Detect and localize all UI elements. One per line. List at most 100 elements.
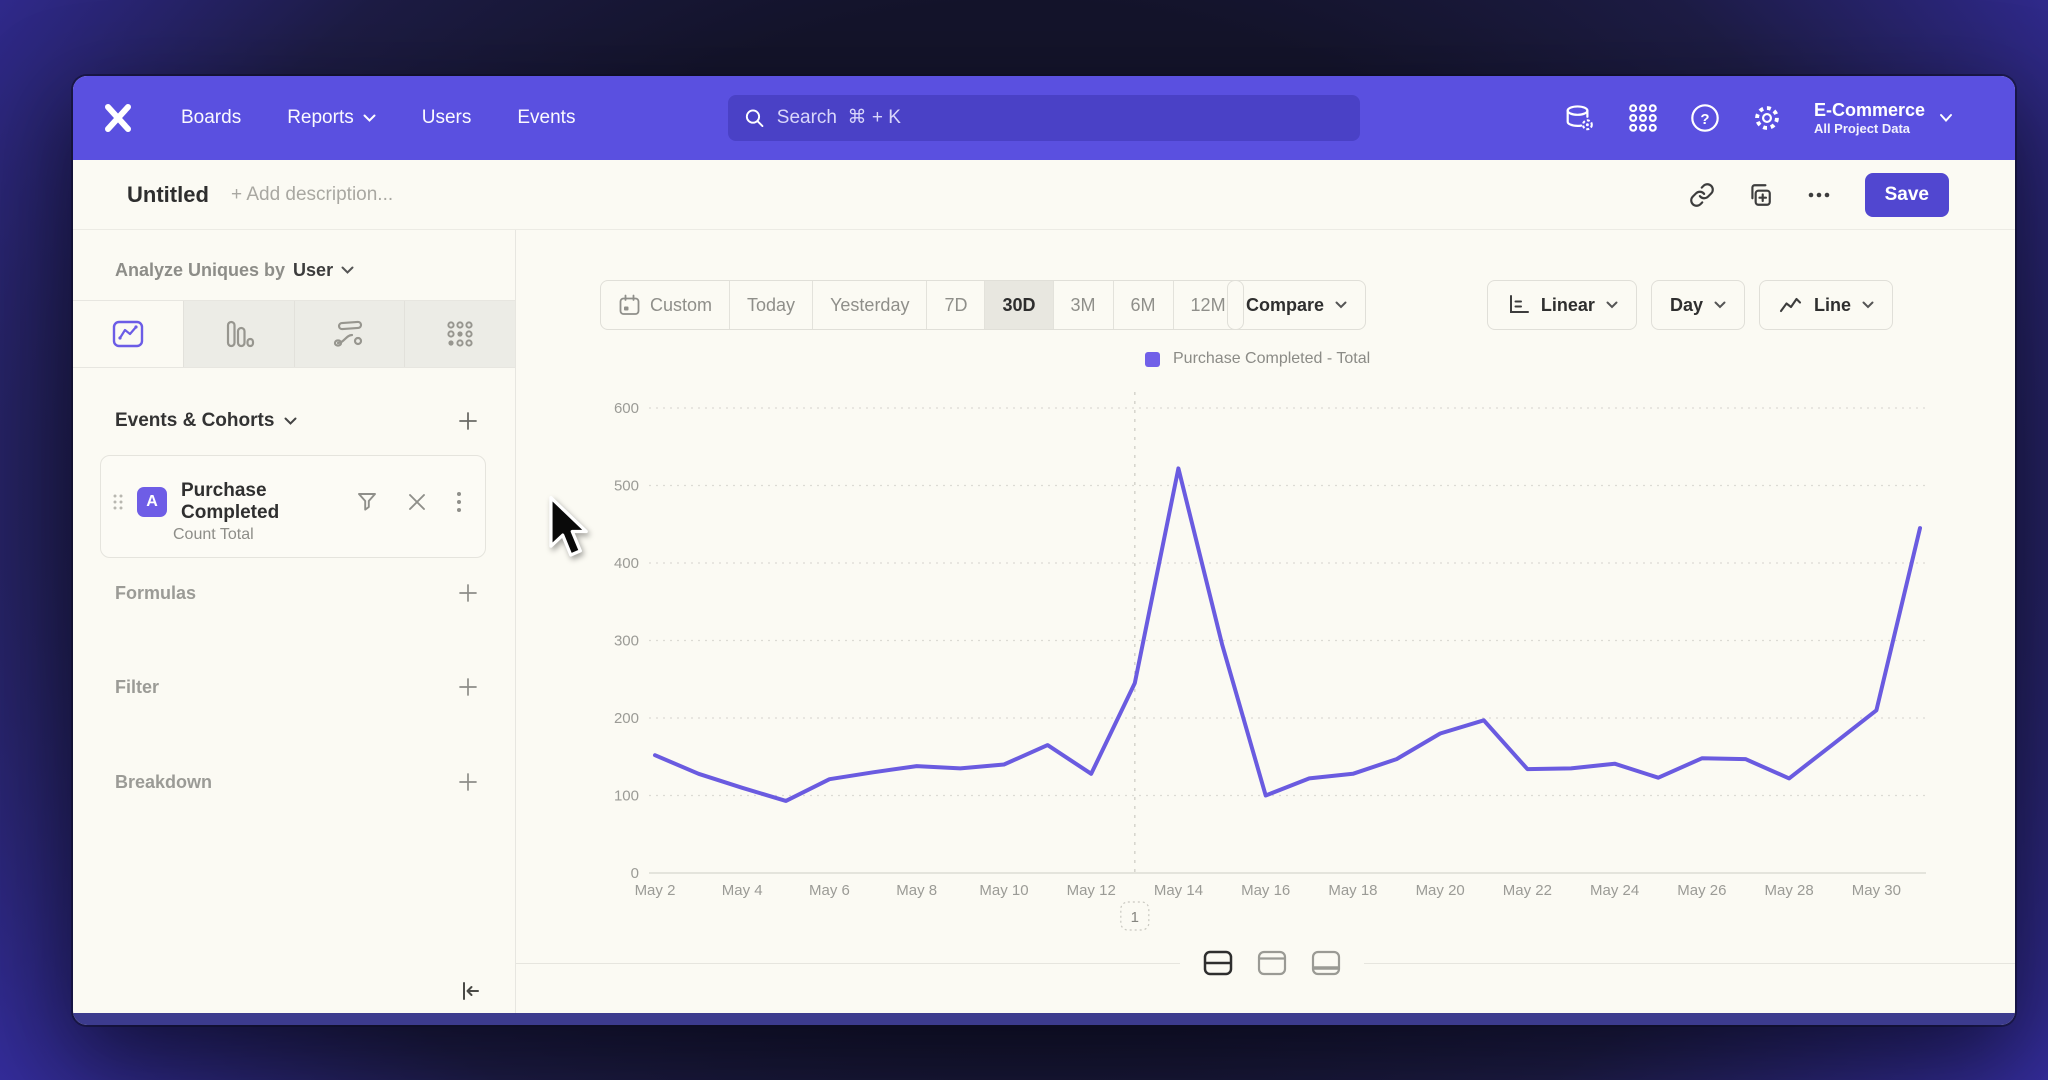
chart-gridlines (649, 408, 1926, 873)
desktop-background: { "nav": { "items": [ {"label": "Boards"… (0, 0, 2048, 1080)
duplicate-icon[interactable] (1747, 182, 1773, 208)
scale-dropdown[interactable]: Linear (1487, 280, 1637, 330)
layout-chart-view-button[interactable] (1304, 942, 1348, 984)
linear-axis-icon (1506, 294, 1530, 316)
event-card-icons (355, 490, 463, 514)
svg-text:May 4: May 4 (722, 882, 763, 899)
series-line[interactable] (655, 468, 1920, 801)
analyze-value-dropdown[interactable]: User (293, 260, 333, 281)
collapse-left-icon (457, 978, 483, 1004)
event-name[interactable]: Purchase Completed (181, 480, 355, 524)
add-filter-button[interactable] (457, 676, 479, 698)
nav-item-label: Users (422, 107, 472, 129)
event-options-icon[interactable] (455, 490, 463, 514)
search-input[interactable] (777, 107, 1344, 129)
svg-text:May 10: May 10 (979, 882, 1028, 899)
tab-retention-grid[interactable] (404, 301, 515, 367)
grid-dots-icon (445, 319, 475, 349)
layout-split-view-button[interactable] (1196, 942, 1240, 984)
event-metric-dropdown[interactable]: Count Total (173, 526, 254, 544)
bar-chart-icon (223, 318, 255, 350)
tab-flows[interactable] (294, 301, 405, 367)
event-card-row: A Purchase Completed (111, 480, 463, 524)
top-panel-icon (1257, 950, 1287, 976)
svg-text:500: 500 (614, 478, 639, 495)
tab-insights-line[interactable] (73, 301, 183, 367)
range-label: Yesterday (830, 281, 909, 329)
add-formula-button[interactable] (457, 582, 479, 604)
save-button[interactable]: Save (1865, 173, 1949, 217)
range-custom[interactable]: Custom (601, 281, 729, 329)
chart-type-dropdown[interactable]: Line (1759, 280, 1893, 330)
nav-item-users[interactable]: Users (422, 107, 472, 129)
collapse-sidebar-button[interactable] (457, 978, 483, 1009)
chevron-down-icon (284, 417, 297, 426)
header-actions: Save (1689, 160, 1949, 230)
mixpanel-logo-icon[interactable] (103, 102, 133, 134)
add-event-button[interactable] (457, 410, 479, 432)
svg-text:300: 300 (614, 633, 639, 650)
range-label: Today (747, 281, 795, 329)
nav-item-label: Events (517, 107, 575, 129)
svg-text:May 24: May 24 (1590, 882, 1639, 899)
range-label: 6M (1131, 281, 1156, 329)
apps-grid-icon[interactable] (1628, 103, 1658, 133)
compare-button[interactable]: Compare (1227, 280, 1366, 330)
nav-item-boards[interactable]: Boards (181, 107, 241, 129)
add-description-field[interactable]: + Add description... (231, 160, 393, 230)
svg-text:May 26: May 26 (1677, 882, 1726, 899)
events-cohorts-label: Events & Cohorts (115, 410, 274, 432)
chevron-down-icon (1606, 301, 1618, 309)
events-cohorts-title[interactable]: Events & Cohorts (115, 410, 297, 432)
events-cohorts-header: Events & Cohorts (115, 410, 479, 432)
drag-handle-icon[interactable] (111, 492, 125, 512)
nav-item-events[interactable]: Events (517, 107, 575, 129)
nav-item-label: Boards (181, 107, 241, 129)
range-yesterday[interactable]: Yesterday (812, 281, 926, 329)
layout-table-view-button[interactable] (1250, 942, 1294, 984)
nav-item-label: Reports (287, 107, 354, 129)
event-card[interactable]: A Purchase Completed Count Total (100, 455, 486, 558)
chart-legend[interactable]: Purchase Completed - Total (1145, 350, 1370, 368)
range-7d[interactable]: 7D (926, 281, 984, 329)
data-management-icon[interactable] (1564, 103, 1596, 133)
svg-text:600: 600 (614, 400, 639, 417)
breakdown-label: Breakdown (115, 772, 212, 793)
range-today[interactable]: Today (729, 281, 812, 329)
line-chart[interactable]: 0100200300400500600 May 2May 4May 6May 8… (593, 376, 1953, 956)
range-3m[interactable]: 3M (1053, 281, 1113, 329)
date-range-segmented-control: CustomTodayYesterday7D30D3M6M12M (600, 280, 1244, 330)
top-navbar: Boards Reports Users Events ? E-Commerce… (73, 76, 2015, 160)
settings-gear-icon[interactable] (1752, 103, 1782, 133)
project-name: E-Commerce (1814, 100, 1925, 121)
interval-label: Day (1670, 295, 1703, 316)
range-label: Custom (650, 281, 712, 329)
chevron-down-icon (1335, 301, 1347, 309)
chart-annotations[interactable]: 1 (1121, 392, 1149, 930)
calendar-icon (618, 294, 641, 317)
app-window: Boards Reports Users Events ? E-Commerce… (73, 76, 2015, 1025)
svg-text:May 18: May 18 (1328, 882, 1377, 899)
interval-dropdown[interactable]: Day (1651, 280, 1745, 330)
svg-text:?: ? (1700, 111, 1709, 128)
nav-item-reports[interactable]: Reports (287, 107, 376, 129)
more-options-icon[interactable] (1805, 182, 1833, 208)
svg-text:400: 400 (614, 555, 639, 572)
scale-label: Linear (1541, 295, 1595, 316)
range-30d[interactable]: 30D (984, 281, 1052, 329)
add-breakdown-button[interactable] (457, 771, 479, 793)
filter-funnel-icon[interactable] (355, 490, 379, 514)
chart-type-label: Line (1814, 295, 1851, 316)
search-bar[interactable] (728, 95, 1360, 141)
report-title[interactable]: Untitled (127, 160, 209, 230)
copy-link-icon[interactable] (1689, 182, 1715, 208)
svg-text:May 30: May 30 (1852, 882, 1901, 899)
query-builder-sidebar: Analyze Uniques by User Events & Cohorts (73, 230, 516, 1013)
legend-swatch (1145, 352, 1160, 367)
help-icon[interactable]: ? (1690, 103, 1720, 133)
project-selector[interactable]: E-Commerce All Project Data (1814, 100, 1953, 136)
remove-event-icon[interactable] (407, 492, 427, 512)
range-6m[interactable]: 6M (1113, 281, 1173, 329)
chevron-down-icon (341, 266, 354, 275)
tab-bar-chart[interactable] (183, 301, 294, 367)
